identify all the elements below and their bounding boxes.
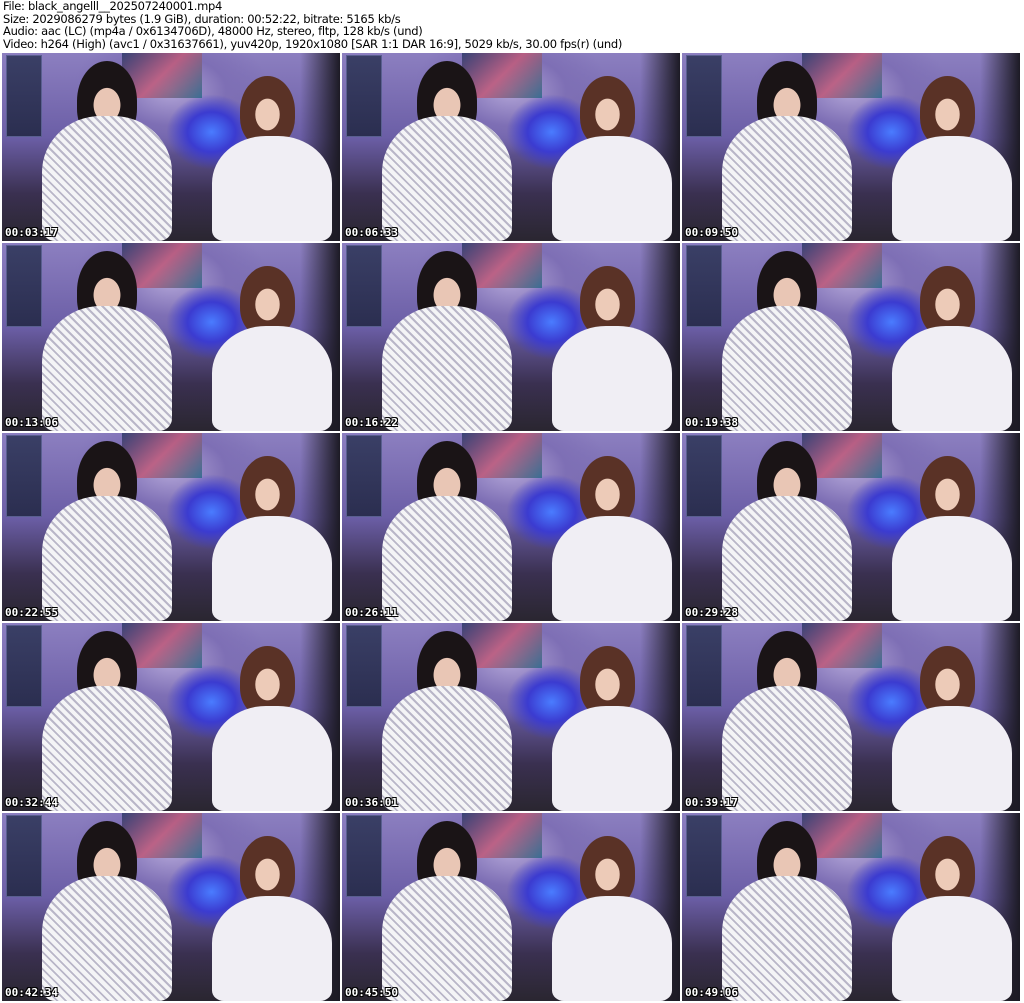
video-thumbnail: 00:09:50 xyxy=(682,53,1020,241)
person-right xyxy=(892,896,1012,1001)
stream-overlay-panel xyxy=(6,625,42,707)
thumbnail-grid: 00:03:17 00:06:33 00:09:50 00:13:06 00:16:22… xyxy=(2,53,1020,1001)
video-thumbnail: 00:49:06 xyxy=(682,813,1020,1001)
person-left xyxy=(722,116,852,241)
thumbnail-timestamp: 00:22:55 xyxy=(5,606,58,619)
stream-overlay-panel xyxy=(686,245,722,327)
thumbnail-timestamp: 00:29:28 xyxy=(685,606,738,619)
person-left xyxy=(382,306,512,431)
thumbnail-timestamp: 00:06:33 xyxy=(345,226,398,239)
file-info-header: File: black_angelll__202507240001.mp4 Si… xyxy=(3,0,622,50)
video-info: Video: h264 (High) (avc1 / 0x31637661), … xyxy=(3,36,623,51)
person-right xyxy=(212,896,332,1001)
stream-overlay-panel xyxy=(686,55,722,137)
person-left xyxy=(382,116,512,241)
stream-overlay-panel xyxy=(6,55,42,137)
person-left xyxy=(382,496,512,621)
audio-info: Audio: aac (LC) (mp4a / 0x6134706D), 480… xyxy=(3,24,423,39)
video-thumbnail: 00:45:50 xyxy=(342,813,680,1001)
person-left xyxy=(42,876,172,1001)
person-right xyxy=(552,136,672,241)
thumbnail-timestamp: 00:16:22 xyxy=(345,416,398,429)
stream-overlay-panel xyxy=(686,435,722,517)
thumbnail-timestamp: 00:32:44 xyxy=(5,796,58,809)
thumbnail-timestamp: 00:42:34 xyxy=(5,986,58,999)
person-right xyxy=(552,706,672,811)
stream-overlay-panel xyxy=(6,815,42,897)
video-thumbnail: 00:06:33 xyxy=(342,53,680,241)
person-left xyxy=(382,876,512,1001)
stream-overlay-panel xyxy=(346,55,382,137)
thumbnail-timestamp: 00:39:17 xyxy=(685,796,738,809)
person-right xyxy=(212,516,332,621)
person-right xyxy=(892,326,1012,431)
video-thumbnail: 00:19:38 xyxy=(682,243,1020,431)
person-right xyxy=(212,706,332,811)
thumbnail-timestamp: 00:26:11 xyxy=(345,606,398,619)
video-thumbnail: 00:32:44 xyxy=(2,623,340,811)
person-right xyxy=(552,516,672,621)
person-left xyxy=(722,496,852,621)
person-left xyxy=(42,306,172,431)
stream-overlay-panel xyxy=(346,245,382,327)
video-thumbnail: 00:16:22 xyxy=(342,243,680,431)
person-left xyxy=(722,306,852,431)
person-left xyxy=(42,116,172,241)
person-left xyxy=(722,686,852,811)
video-thumbnail: 00:22:55 xyxy=(2,433,340,621)
stream-overlay-panel xyxy=(686,815,722,897)
stream-overlay-panel xyxy=(346,435,382,517)
video-thumbnail: 00:36:01 xyxy=(342,623,680,811)
stream-overlay-panel xyxy=(686,625,722,707)
stream-overlay-panel xyxy=(346,625,382,707)
video-thumbnail: 00:26:11 xyxy=(342,433,680,621)
person-right xyxy=(552,326,672,431)
video-thumbnail: 00:39:17 xyxy=(682,623,1020,811)
person-right xyxy=(892,136,1012,241)
thumbnail-timestamp: 00:19:38 xyxy=(685,416,738,429)
person-right xyxy=(552,896,672,1001)
person-right xyxy=(212,326,332,431)
video-thumbnail: 00:03:17 xyxy=(2,53,340,241)
thumbnail-timestamp: 00:13:06 xyxy=(5,416,58,429)
thumbnail-timestamp: 00:36:01 xyxy=(345,796,398,809)
stream-overlay-panel xyxy=(6,245,42,327)
person-right xyxy=(212,136,332,241)
video-thumbnail: 00:13:06 xyxy=(2,243,340,431)
person-right xyxy=(892,516,1012,621)
thumbnail-timestamp: 00:09:50 xyxy=(685,226,738,239)
stream-overlay-panel xyxy=(6,435,42,517)
file-name: File: black_angelll__202507240001.mp4 xyxy=(3,0,223,13)
thumbnail-timestamp: 00:03:17 xyxy=(5,226,58,239)
person-right xyxy=(892,706,1012,811)
person-left xyxy=(42,686,172,811)
person-left xyxy=(722,876,852,1001)
person-left xyxy=(42,496,172,621)
stream-overlay-panel xyxy=(346,815,382,897)
video-thumbnail: 00:29:28 xyxy=(682,433,1020,621)
person-left xyxy=(382,686,512,811)
thumbnail-timestamp: 00:49:06 xyxy=(685,986,738,999)
video-thumbnail: 00:42:34 xyxy=(2,813,340,1001)
thumbnail-timestamp: 00:45:50 xyxy=(345,986,398,999)
